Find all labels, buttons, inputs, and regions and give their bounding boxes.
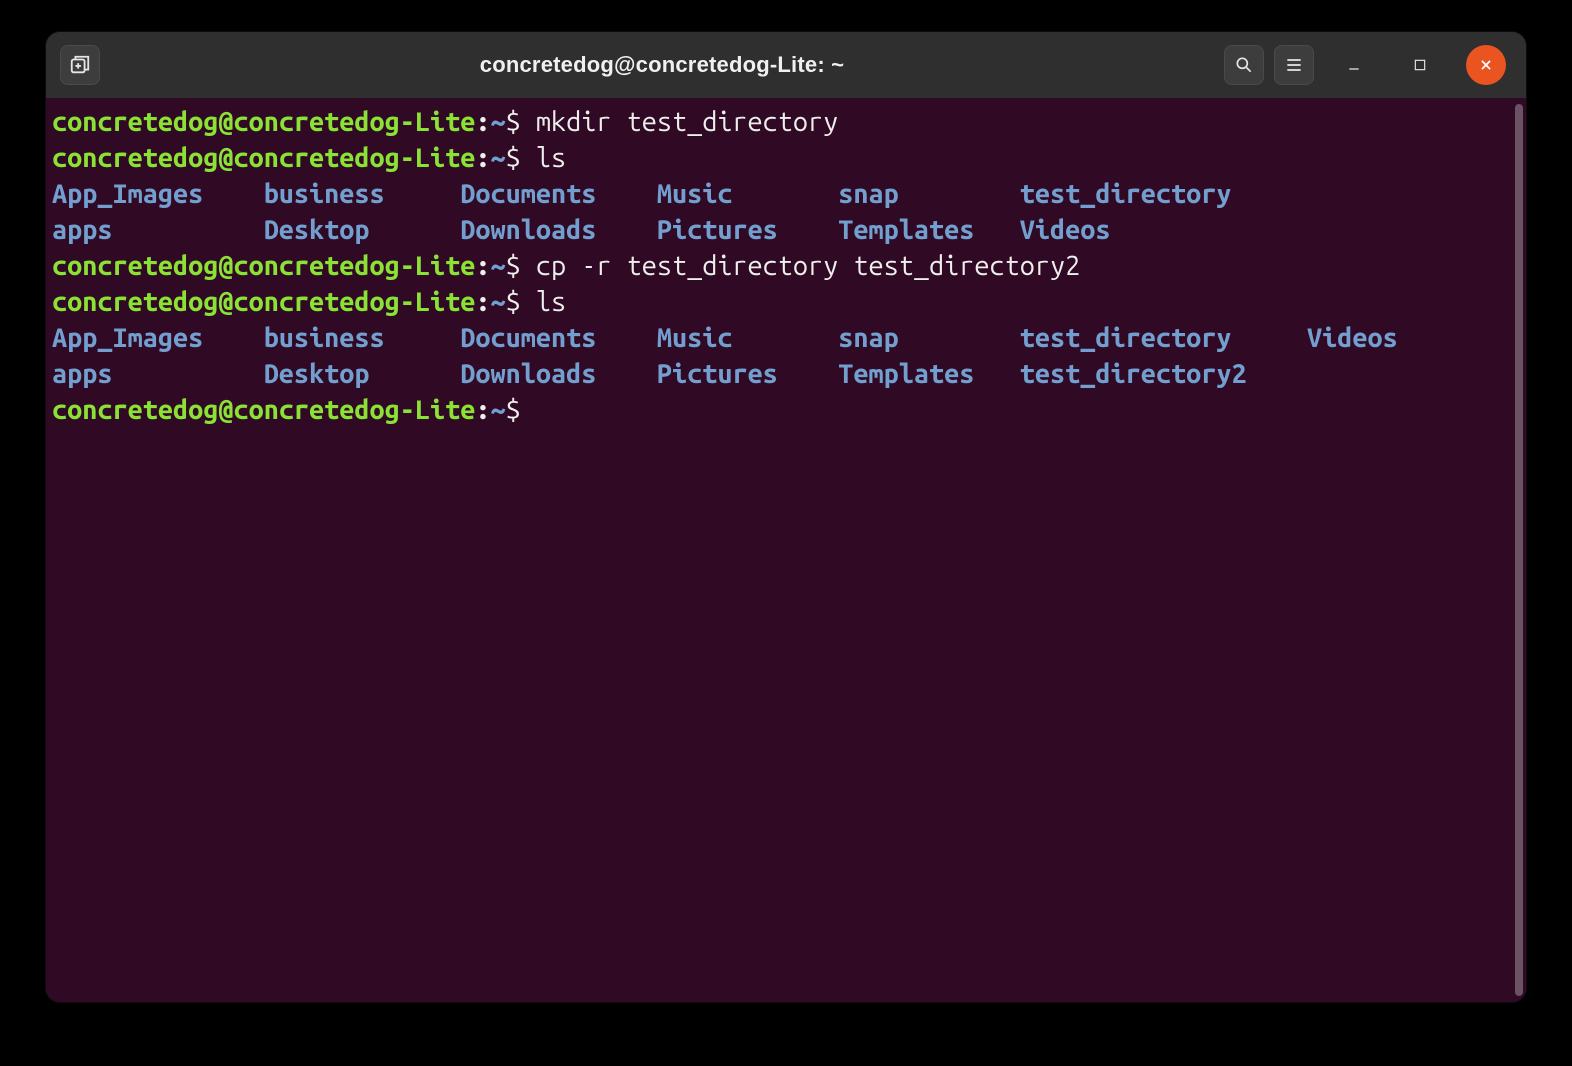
desktop-background: concretedog@concretedog-Lite: ~ xyxy=(0,0,1572,1066)
terminal-line: concretedog@concretedog-Lite:~$ mkdir te… xyxy=(52,104,1508,140)
window-controls xyxy=(1334,45,1506,85)
scrollbar[interactable] xyxy=(1512,98,1526,1002)
search-button[interactable] xyxy=(1224,45,1264,85)
search-icon xyxy=(1234,55,1254,75)
new-tab-button[interactable] xyxy=(60,45,100,85)
terminal-line: apps Desktop Downloads Pictures Template… xyxy=(52,212,1508,248)
menu-button[interactable] xyxy=(1274,45,1314,85)
terminal-line: concretedog@concretedog-Lite:~$ ls xyxy=(52,140,1508,176)
new-tab-icon xyxy=(69,54,91,76)
terminal-window: concretedog@concretedog-Lite: ~ xyxy=(46,32,1526,1002)
terminal-line: concretedog@concretedog-Lite:~$ xyxy=(52,392,1508,428)
terminal-line: concretedog@concretedog-Lite:~$ ls xyxy=(52,284,1508,320)
scrollbar-thumb[interactable] xyxy=(1515,104,1523,996)
close-button[interactable] xyxy=(1466,45,1506,85)
terminal-line: concretedog@concretedog-Lite:~$ cp -r te… xyxy=(52,248,1508,284)
terminal-area[interactable]: concretedog@concretedog-Lite:~$ mkdir te… xyxy=(46,98,1526,1002)
hamburger-menu-icon xyxy=(1284,55,1304,75)
terminal-line: App_Images business Documents Music snap… xyxy=(52,320,1508,356)
minimize-icon xyxy=(1346,57,1362,73)
terminal-output[interactable]: concretedog@concretedog-Lite:~$ mkdir te… xyxy=(46,98,1512,1002)
close-icon xyxy=(1479,58,1493,72)
minimize-button[interactable] xyxy=(1334,45,1374,85)
titlebar[interactable]: concretedog@concretedog-Lite: ~ xyxy=(46,32,1526,98)
terminal-line: apps Desktop Downloads Pictures Template… xyxy=(52,356,1508,392)
maximize-icon xyxy=(1413,58,1427,72)
terminal-line: App_Images business Documents Music snap… xyxy=(52,176,1508,212)
window-title: concretedog@concretedog-Lite: ~ xyxy=(110,52,1214,78)
maximize-button[interactable] xyxy=(1400,45,1440,85)
